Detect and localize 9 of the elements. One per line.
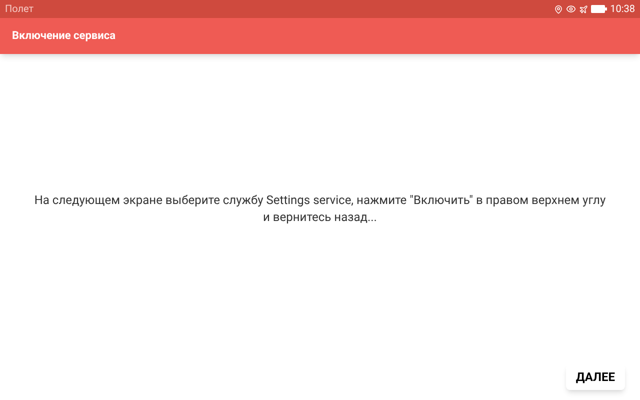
instruction-text: На следующем экране выберите службу Settings service, нажмите "Включить" в правом верхнем углу и вернитесь назад... <box>33 192 607 226</box>
next-button[interactable]: ДАЛЕЕ <box>566 364 625 390</box>
battery-icon <box>591 5 608 13</box>
airplane-icon <box>579 4 588 14</box>
location-icon <box>554 4 564 14</box>
eye-icon <box>566 4 576 14</box>
toolbar-title: Включение сервиса <box>12 28 116 44</box>
carrier-name: Полет <box>5 2 34 16</box>
clock-time: 10:38 <box>610 2 635 16</box>
